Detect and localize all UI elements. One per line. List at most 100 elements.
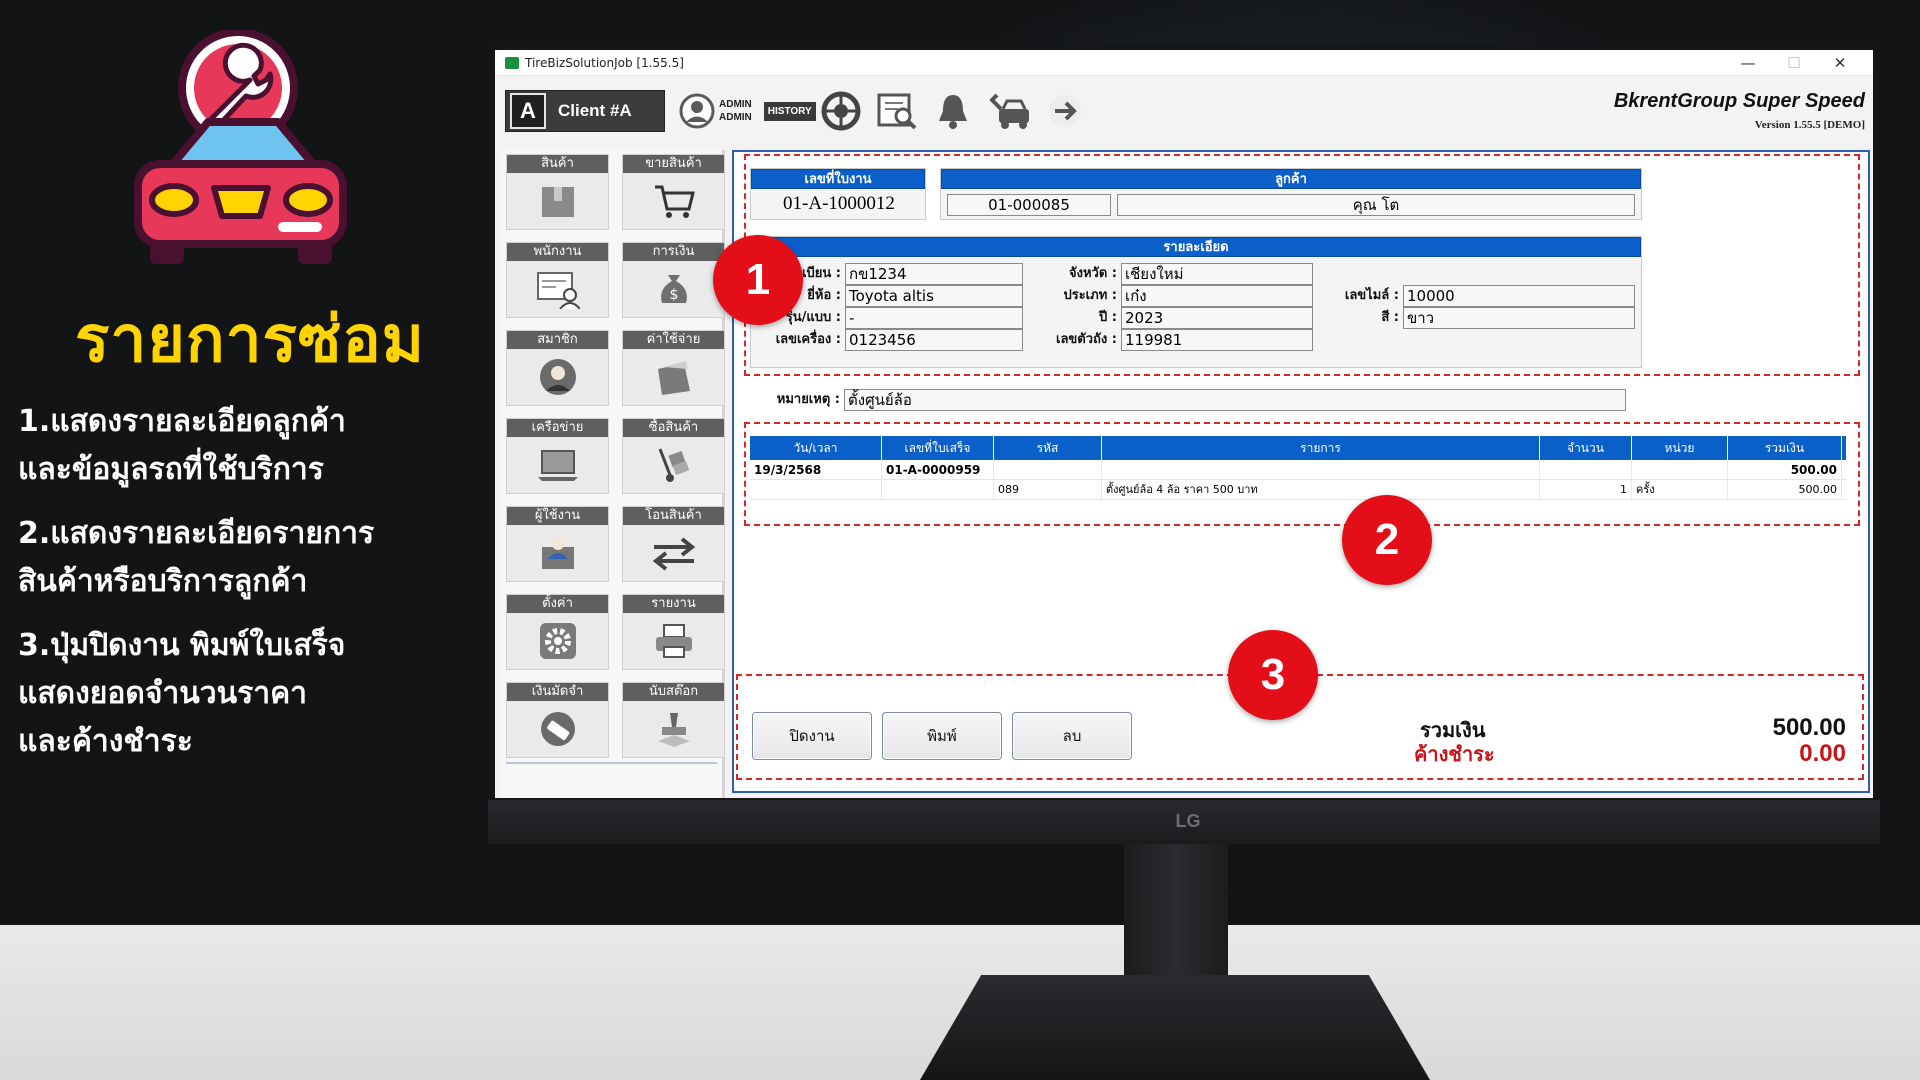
engine-field[interactable]: 0123456 bbox=[845, 329, 1023, 351]
chassis-field[interactable]: 119981 bbox=[1121, 329, 1313, 351]
sidebar-item-transfer[interactable]: โอนสินค้า bbox=[622, 506, 725, 582]
search-document-icon[interactable] bbox=[874, 88, 920, 134]
window-titlebar: TireBizSolutionJob [1.55.5] — ☐ ✕ bbox=[495, 50, 1873, 76]
sidebar-item-purchase[interactable]: ซื้อสินค้า bbox=[622, 418, 725, 494]
job-number-box: เลขที่ใบงาน 01-A-1000012 bbox=[750, 168, 926, 220]
mileage-label: เลขไมล์ : bbox=[1344, 288, 1399, 303]
client-letter: A bbox=[510, 93, 546, 129]
promo-line: แสดงยอดจำนวนราคา bbox=[18, 676, 308, 711]
job-number-value: 01-A-1000012 bbox=[783, 193, 895, 214]
sidebar-item-reports[interactable]: รายงาน bbox=[622, 594, 725, 670]
sidebar-item-network[interactable]: เครือข่าย bbox=[506, 418, 609, 494]
province-label: จังหวัด : bbox=[1068, 266, 1117, 281]
print-button[interactable]: พิมพ์ bbox=[882, 712, 1002, 760]
table-row[interactable]: 089 ตั้งศูนย์ล้อ 4 ล้อ ราคา 500 บาท 1 คร… bbox=[750, 480, 1846, 500]
customer-box: ลูกค้า 01-000085 คุณ โต bbox=[940, 168, 1642, 220]
customer-name-field[interactable]: คุณ โต bbox=[1117, 194, 1635, 216]
sidebar-menu: สินค้า ขายสินค้า พนักงาน การเงิน $ สมาชิ… bbox=[501, 150, 725, 762]
promo-line: 3.ปุ่มปิดงาน พิมพ์ใบเสร็จ bbox=[18, 628, 346, 663]
minimize-button[interactable]: — bbox=[1725, 54, 1771, 72]
callout-badge-3: 3 bbox=[1228, 630, 1318, 720]
items-table-header: วัน/เวลา เลขที่ใบเสร็จ รหัส รายการ จำนวน… bbox=[750, 436, 1846, 460]
client-selector[interactable]: A Client #A bbox=[505, 90, 665, 132]
total-value: 500.00 bbox=[1772, 714, 1846, 741]
model-field[interactable]: - bbox=[845, 307, 1023, 329]
sidebar-item-label: เงินมัดจำ bbox=[507, 683, 608, 701]
table-group-row[interactable]: 19/3/2568 01-A-0000959 500.00 bbox=[750, 460, 1846, 480]
box-icon bbox=[541, 187, 574, 217]
promo-line: และค้างชำระ bbox=[18, 724, 193, 759]
delete-button[interactable]: ลบ bbox=[1012, 712, 1132, 760]
car-service-icon[interactable] bbox=[986, 88, 1032, 134]
user-role: ADMIN bbox=[719, 112, 752, 123]
tire-icon[interactable] bbox=[818, 88, 864, 134]
hand-truck-icon bbox=[658, 448, 689, 482]
logout-arrow-icon[interactable] bbox=[1042, 88, 1088, 134]
col-amount[interactable]: รวมเงิน bbox=[1728, 436, 1842, 460]
car-brand-field[interactable]: Toyota altis bbox=[845, 285, 1023, 307]
items-table: วัน/เวลา เลขที่ใบเสร็จ รหัส รายการ จำนวน… bbox=[750, 436, 1846, 500]
row-code: 089 bbox=[994, 480, 1102, 499]
promo-title: รายการซ่อม bbox=[75, 303, 425, 377]
gear-icon bbox=[539, 623, 576, 659]
year-field[interactable]: 2023 bbox=[1121, 307, 1313, 329]
promo-line: 2.แสดงรายละเอียดรายการ bbox=[18, 516, 375, 551]
sidebar-item-deposit[interactable]: เงินมัดจำ bbox=[506, 682, 609, 758]
sidebar-item-label: ขายสินค้า bbox=[623, 155, 724, 173]
app-icon bbox=[505, 56, 519, 69]
sidebar-item-label: การเงิน bbox=[623, 243, 724, 261]
promo-line: 1.แสดงรายละเอียดลูกค้า bbox=[18, 404, 346, 439]
customer-header: ลูกค้า bbox=[941, 169, 1641, 189]
window-title: TireBizSolutionJob [1.55.5] bbox=[525, 55, 684, 70]
col-receipt[interactable]: เลขที่ใบเสร็จ bbox=[882, 436, 994, 460]
col-qty[interactable]: จำนวน bbox=[1540, 436, 1632, 460]
row-unit: ครั้ง bbox=[1632, 480, 1728, 499]
province-field[interactable]: เชียงใหม่ bbox=[1121, 263, 1313, 285]
monitor-logo: LG bbox=[1175, 811, 1201, 831]
col-unit[interactable]: หน่วย bbox=[1632, 436, 1728, 460]
customer-code-field[interactable]: 01-000085 bbox=[947, 194, 1111, 216]
col-code[interactable]: รหัส bbox=[994, 436, 1102, 460]
type-field[interactable]: เก๋ง bbox=[1121, 285, 1313, 307]
sidebar-item-users[interactable]: ผู้ใช้งาน bbox=[506, 506, 609, 582]
row-qty: 1 bbox=[1540, 480, 1632, 499]
sidebar-item-finance[interactable]: การเงิน $ bbox=[622, 242, 725, 318]
mileage-field[interactable]: 10000 bbox=[1403, 285, 1635, 307]
user-profile[interactable]: ADMIN ADMIN bbox=[679, 93, 752, 129]
plate-field[interactable]: กข1234 bbox=[845, 263, 1023, 285]
sidebar-item-label: เครือข่าย bbox=[507, 419, 608, 437]
sidebar-item-settings[interactable]: ตั้งค่า bbox=[506, 594, 609, 670]
monitor-stand-base bbox=[920, 975, 1430, 1080]
chassis-label: เลขตัวถัง : bbox=[1056, 332, 1117, 347]
close-job-button[interactable]: ปิดงาน bbox=[752, 712, 872, 760]
promo-line: สินค้าหรือบริการลูกค้า bbox=[18, 564, 308, 599]
notification-bell-icon[interactable] bbox=[930, 88, 976, 134]
col-datetime[interactable]: วัน/เวลา bbox=[750, 436, 882, 460]
year-label: ปี : bbox=[1099, 310, 1117, 325]
brand-version: Version 1.55.5 [DEMO] bbox=[1754, 119, 1865, 131]
history-button[interactable]: HISTORY bbox=[763, 101, 816, 121]
sidebar-item-members[interactable]: สมาชิก bbox=[506, 330, 609, 406]
details-box: รายละเอียด ทะเบียน : กข1234 ยี่ห้อ : Toy… bbox=[750, 236, 1642, 368]
stamp-icon bbox=[657, 713, 690, 747]
note-label: หมายเหตุ : bbox=[776, 392, 840, 407]
sidebar-item-label: ค่าใช้จ่าย bbox=[623, 331, 724, 349]
col-item[interactable]: รายการ bbox=[1102, 436, 1540, 460]
sidebar-item-products[interactable]: สินค้า bbox=[506, 154, 609, 230]
staff-icon bbox=[536, 272, 580, 309]
sidebar-item-label: นับสต๊อก bbox=[623, 683, 724, 701]
laptop-icon bbox=[537, 450, 578, 481]
color-field[interactable]: ขาว bbox=[1403, 307, 1635, 329]
member-icon bbox=[539, 359, 576, 395]
sidebar-item-label: ซื้อสินค้า bbox=[623, 419, 724, 437]
maximize-button[interactable]: ☐ bbox=[1771, 54, 1817, 72]
deposit-icon bbox=[540, 712, 575, 746]
sidebar-item-sell[interactable]: ขายสินค้า bbox=[622, 154, 725, 230]
sidebar-item-stock-count[interactable]: นับสต๊อก bbox=[622, 682, 725, 758]
close-window-button[interactable]: ✕ bbox=[1817, 54, 1863, 72]
sidebar-item-label: ตั้งค่า bbox=[507, 595, 608, 613]
sidebar-item-staff[interactable]: พนักงาน bbox=[506, 242, 609, 318]
sidebar-item-expenses[interactable]: ค่าใช้จ่าย bbox=[622, 330, 725, 406]
note-field[interactable]: ตั้งศูนย์ล้อ bbox=[844, 389, 1626, 411]
outstanding-label: ค้างชำระ bbox=[1414, 742, 1495, 766]
